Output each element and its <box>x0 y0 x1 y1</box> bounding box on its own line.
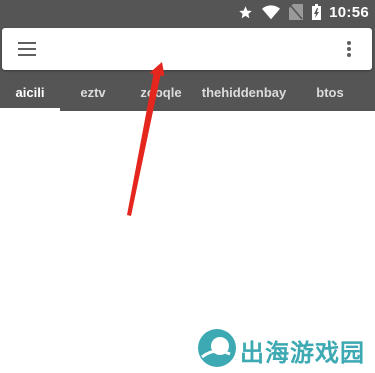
watermark: 出海游戏园 <box>196 327 372 369</box>
star-icon <box>238 5 253 20</box>
status-bar: 10:56 <box>0 0 375 24</box>
app-header: 10:56 aicili eztv zooqle thehiddenbay bt… <box>0 0 375 111</box>
more-options-icon[interactable] <box>346 41 352 57</box>
tab-label: btos <box>316 85 344 100</box>
watermark-text: 出海游戏园 <box>240 339 365 367</box>
tab-btos[interactable]: btos <box>306 77 354 111</box>
tab-label: zooqle <box>140 85 182 100</box>
tab-zooqle[interactable]: zooqle <box>130 77 192 111</box>
watermark-logo-icon <box>198 329 236 367</box>
source-tabs: aicili eztv zooqle thehiddenbay btos <box>0 77 375 111</box>
tab-aicili[interactable]: aicili <box>0 77 60 111</box>
wifi-icon <box>262 4 281 20</box>
tab-eztv[interactable]: eztv <box>70 77 116 111</box>
battery-charging-icon <box>312 4 322 20</box>
search-bar <box>2 28 372 70</box>
tab-label: thehiddenbay <box>201 85 287 100</box>
no-sim-icon <box>289 4 304 20</box>
tab-label: aicili <box>15 85 45 100</box>
tab-thehiddenbay[interactable]: thehiddenbay <box>196 77 292 111</box>
hamburger-menu-icon[interactable] <box>18 42 36 56</box>
search-input[interactable] <box>52 36 322 62</box>
tab-label: eztv <box>80 85 106 100</box>
clock: 10:56 <box>329 3 369 21</box>
